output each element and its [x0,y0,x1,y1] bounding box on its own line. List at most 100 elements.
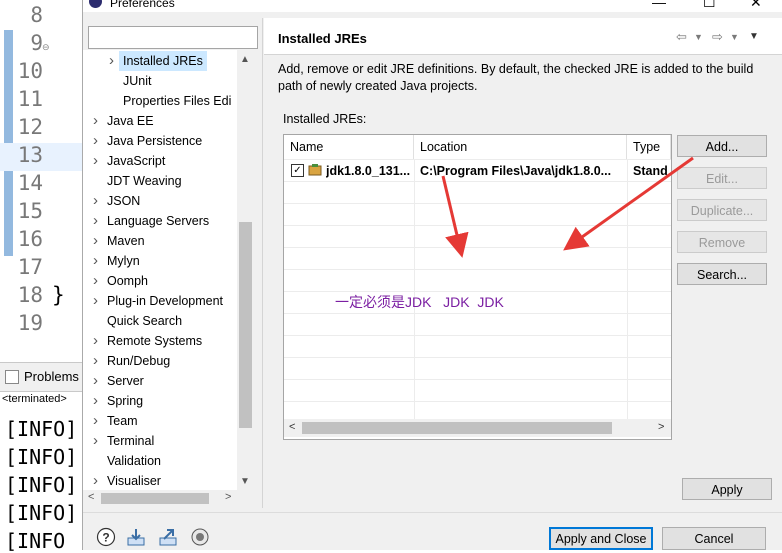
column-header-type[interactable]: Type [627,135,671,159]
editor-line: 9 [0,31,82,59]
tree-item[interactable]: Language Servers [107,211,209,231]
header-divider [284,159,671,160]
tree-item[interactable]: Terminal [107,431,154,451]
chevron-right-icon[interactable]: › [93,113,105,128]
installed-jres-label: Installed JREs: [283,112,367,126]
chevron-right-icon[interactable]: › [93,133,105,148]
tree-item[interactable]: Remote Systems [107,331,202,351]
scroll-down-icon[interactable]: ▼ [240,476,250,487]
line-number: 13 [17,143,43,167]
console-line: [INFO] [5,473,78,497]
table-horizontal-scrollbar[interactable]: < > [284,419,671,437]
chevron-right-icon[interactable]: › [93,373,105,388]
tree-item[interactable]: Plug-in Development [107,291,223,311]
edit-button[interactable]: Edit... [677,167,767,189]
tab-problems-label: Problems [24,369,79,384]
chevron-right-icon[interactable]: › [93,213,105,228]
tree-item[interactable]: Java Persistence [107,131,202,151]
scroll-left-icon[interactable]: < [88,491,94,503]
tree-item[interactable]: Run/Debug [107,351,170,371]
line-number: 8 [30,3,43,27]
chevron-right-icon[interactable]: › [93,333,105,348]
chevron-right-icon[interactable]: › [93,413,105,428]
help-icon[interactable]: ? [96,527,116,547]
minimize-icon[interactable]: — [652,0,666,10]
tree-item[interactable]: Installed JREs [119,51,207,71]
tree-item[interactable]: Spring [107,391,143,411]
column-header-location[interactable]: Location [414,135,627,159]
tree-item[interactable]: Validation [107,451,161,471]
scroll-thumb[interactable] [101,493,209,504]
chevron-right-icon[interactable]: › [93,233,105,248]
jre-table[interactable]: Name Location Type ✓ jdk1.8.0_131... C:\… [283,134,672,440]
duplicate-button[interactable]: Duplicate... [677,199,767,221]
remove-button[interactable]: Remove [677,231,767,253]
chevron-right-icon[interactable]: › [93,153,105,168]
chevron-right-icon[interactable]: › [93,393,105,408]
tree-item[interactable]: JSON [107,191,140,211]
chevron-right-icon[interactable]: › [93,353,105,368]
oomph-icon[interactable] [190,527,210,547]
view-menu-icon[interactable]: ▼ [749,31,759,42]
tree-item[interactable]: Java EE [107,111,154,131]
problems-icon [5,370,19,384]
scroll-right-icon[interactable]: > [658,421,664,433]
add-button[interactable]: Add... [677,135,767,157]
apply-button[interactable]: Apply [682,478,772,500]
export-icon[interactable] [158,527,178,547]
filter-input[interactable] [88,26,258,49]
jre-checkbox[interactable]: ✓ [291,164,304,177]
chevron-right-icon[interactable]: › [93,193,105,208]
line-number: 19 [17,311,43,335]
tree-item[interactable]: JavaScript [107,151,165,171]
chevron-right-icon[interactable]: › [93,473,105,488]
scroll-thumb[interactable] [302,422,612,434]
scroll-left-icon[interactable]: < [289,421,295,433]
tree-item[interactable]: Maven [107,231,145,251]
chevron-right-icon[interactable]: › [93,293,105,308]
editor-line: 12 [0,115,82,143]
tree-item[interactable]: Mylyn [107,251,140,271]
search-button[interactable]: Search... [677,263,767,285]
tree-item[interactable]: Server [107,371,144,391]
editor-line: 16 [0,227,82,255]
row-divider [284,181,671,182]
fold-toggle-icon[interactable]: ⊖ [42,42,50,53]
tree-item[interactable]: Oomph [107,271,148,291]
chevron-right-icon[interactable]: › [93,273,105,288]
closing-brace: } [52,283,65,307]
close-icon[interactable]: ✕ [750,0,762,11]
splitter[interactable] [262,18,263,508]
tree-item[interactable]: Properties Files Edi [123,91,231,111]
back-icon[interactable]: ⇦ [676,29,687,45]
tree-item[interactable]: Quick Search [107,311,182,331]
forward-icon[interactable]: ⇨ [712,29,723,45]
cancel-button[interactable]: Cancel [662,527,766,550]
back-menu-icon[interactable]: ▼ [694,32,703,42]
import-icon[interactable] [126,527,146,547]
tree-item[interactable]: Visualiser [107,471,161,491]
tree-horizontal-scrollbar[interactable]: < > [83,490,237,507]
column-header-name[interactable]: Name [284,135,414,159]
console-status: <terminated> [2,393,67,405]
tab-problems[interactable]: Problems [0,363,82,392]
apply-and-close-button[interactable]: Apply and Close [549,527,653,550]
console-line: [INFO] [5,417,78,441]
code-editor[interactable]: 8 9 10 11 12 13 14 15 16 17 18 19 ⊖ } [0,0,82,355]
column-divider [627,159,628,425]
editor-line: 19 [0,311,82,339]
chevron-right-icon[interactable]: › [93,433,105,448]
tree-item[interactable]: JUnit [123,71,151,91]
line-number: 18 [17,283,43,307]
maximize-icon[interactable]: ☐ [703,0,716,11]
scroll-thumb[interactable] [239,222,252,428]
line-number: 12 [17,115,43,139]
scroll-right-icon[interactable]: > [225,491,231,503]
scroll-up-icon[interactable]: ▲ [240,54,250,65]
tree-vertical-scrollbar[interactable]: ▲ ▼ [237,50,254,490]
tree-item[interactable]: JDT Weaving [107,171,182,191]
chevron-right-icon[interactable]: › [93,253,105,268]
forward-menu-icon[interactable]: ▼ [730,32,739,42]
tree-item[interactable]: Team [107,411,138,431]
preference-tree[interactable]: › Installed JREs JUnit Properties Files Edi… [83,50,253,490]
